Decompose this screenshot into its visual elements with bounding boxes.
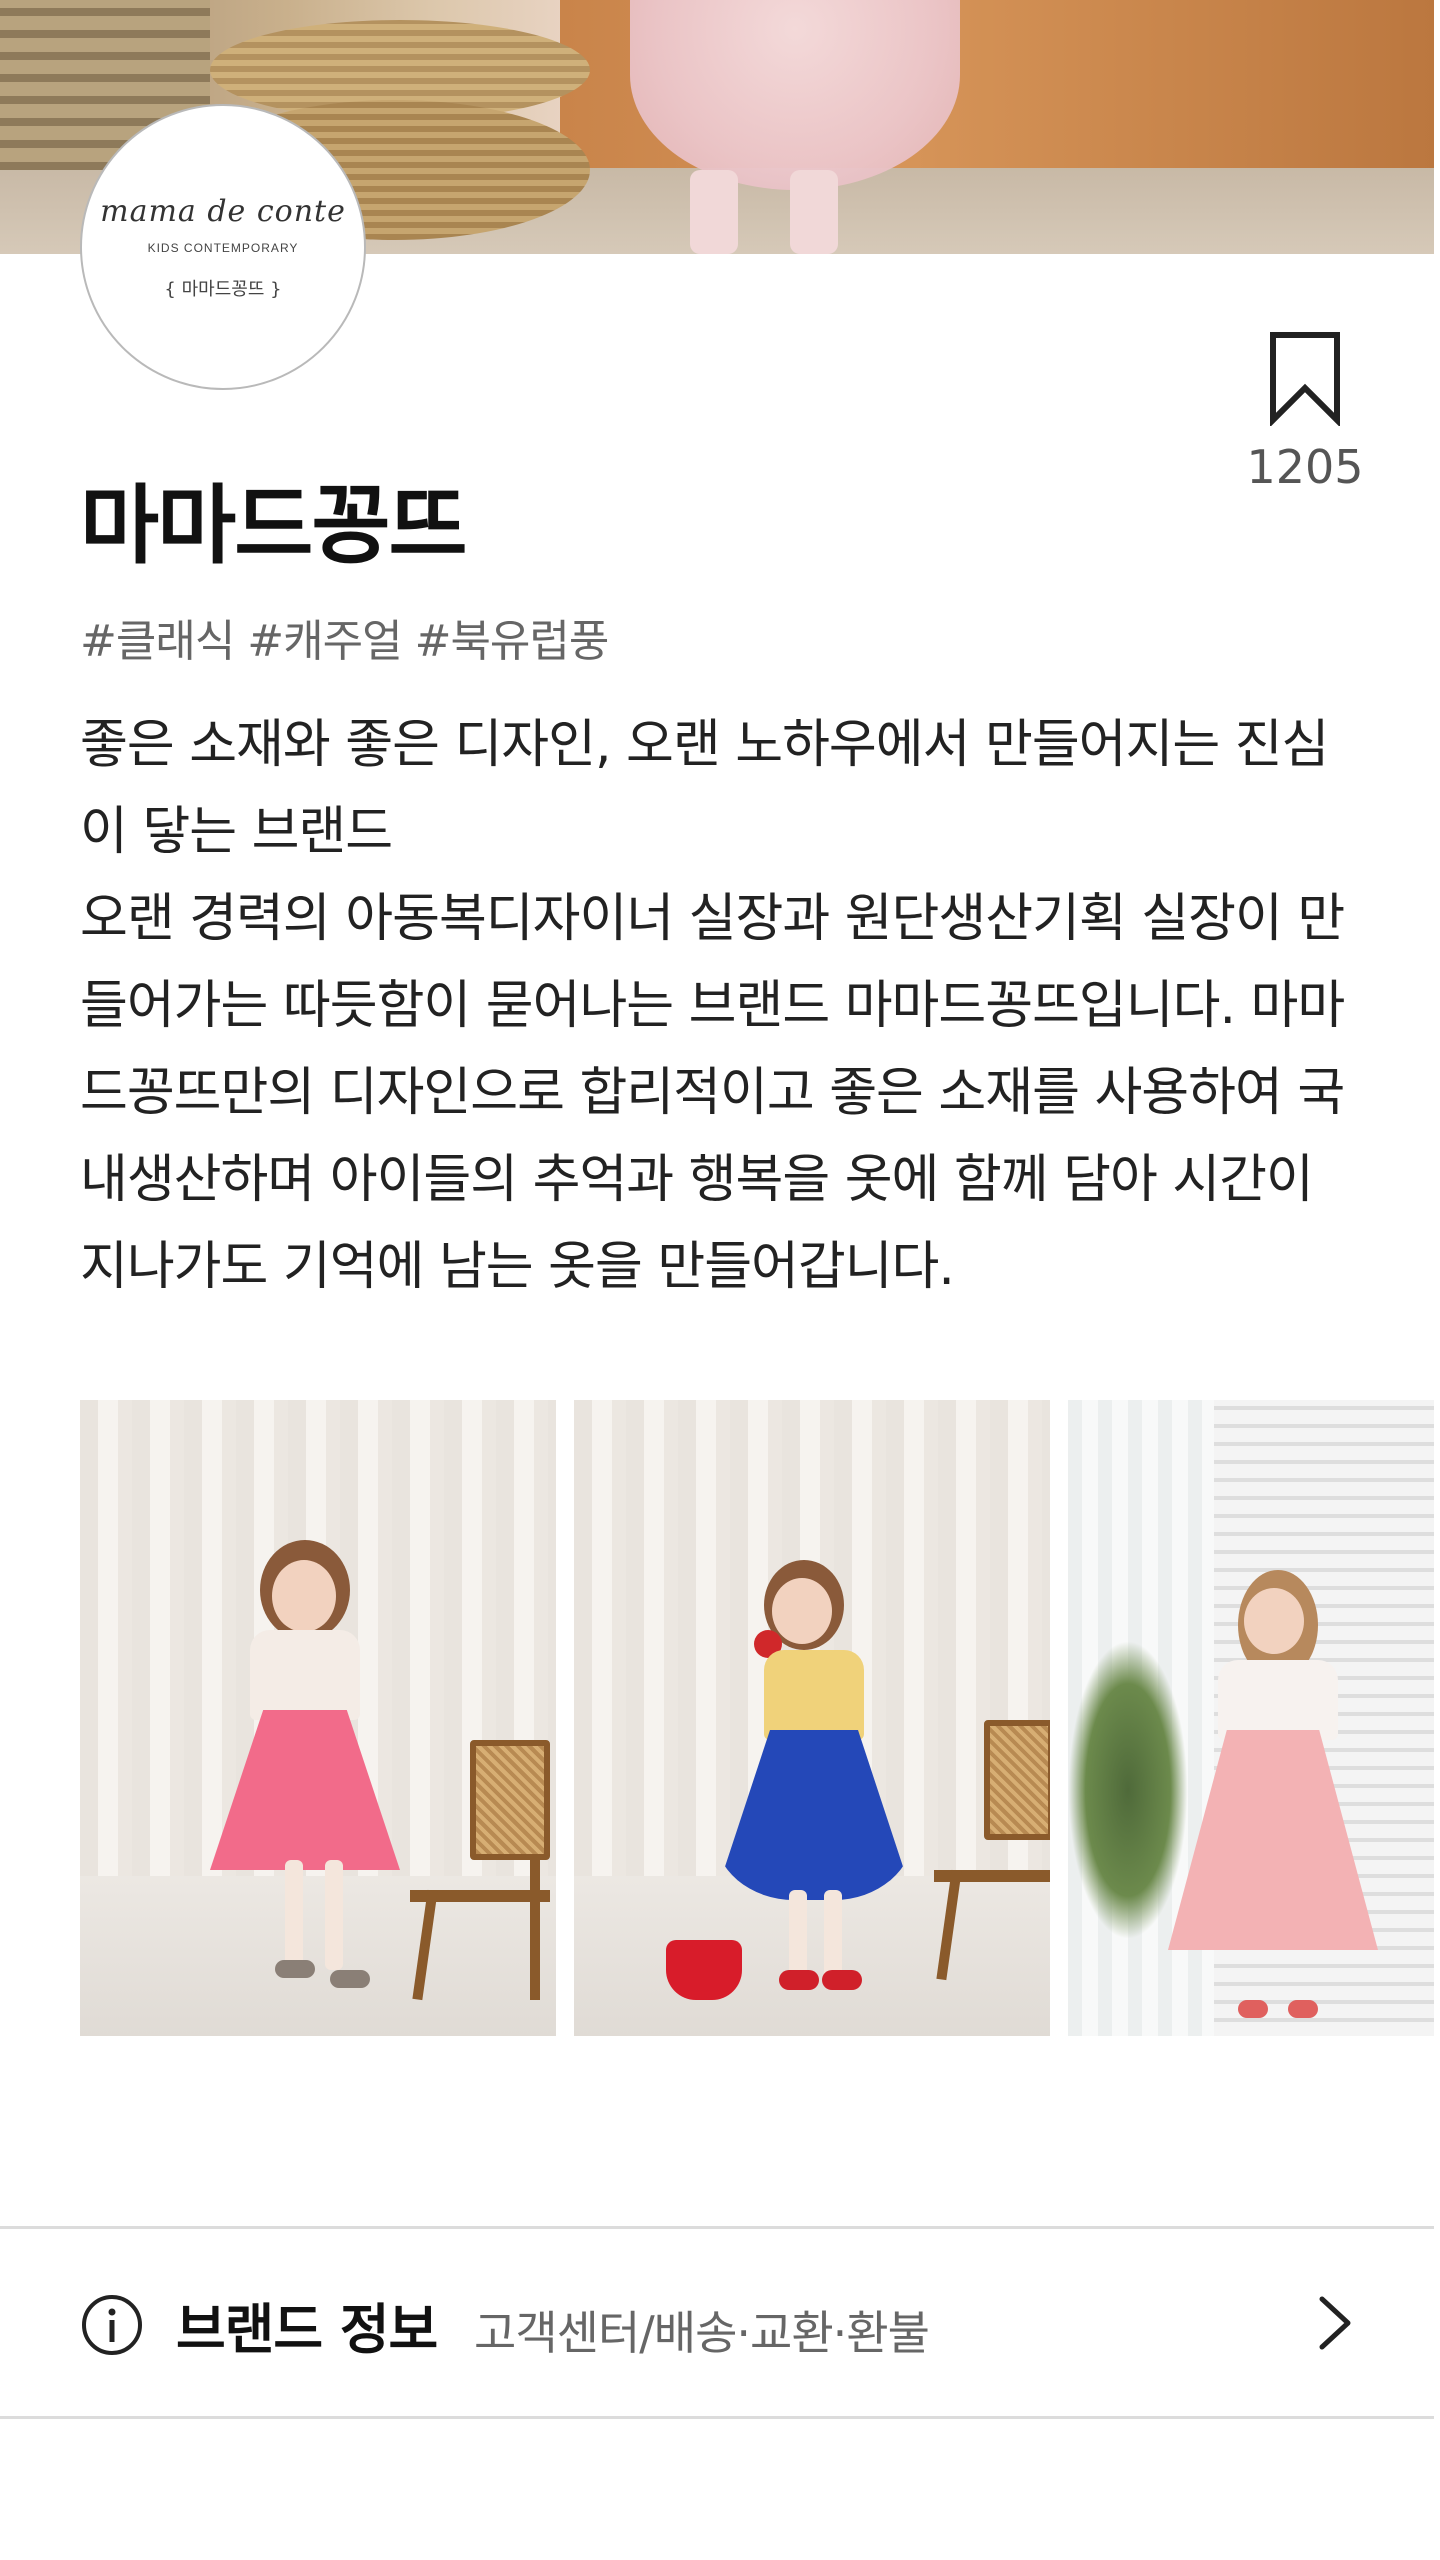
brand-page: mama de conte KIDS CONTEMPORARY { 마마드꽁뜨 … [0, 0, 1440, 2560]
brand-info-subtitle: 고객센터/배송·교환·환불 [474, 2306, 930, 2360]
chevron-right-icon [1319, 2296, 1351, 2350]
description-paragraph: 오랜 경력의 아동복디자이너 실장과 원단생산기획 실장이 만들어가는 따듯함이… [80, 889, 1345, 1297]
brand-description: 좋은 소재와 좋은 디자인, 오랜 노하우에서 만들어지는 진심이 닿는 브랜드… [80, 702, 1370, 1311]
gallery-photo[interactable] [80, 1400, 556, 2036]
brand-logo: mama de conte KIDS CONTEMPORARY { 마마드꽁뜨 … [80, 104, 366, 390]
logo-korean: { 마마드꽁뜨 } [164, 278, 282, 300]
bookmark-count: 1205 [1246, 440, 1364, 494]
logo-subtitle: KIDS CONTEMPORARY [147, 240, 299, 255]
logo-script-text: mama de conte [100, 193, 346, 229]
brand-info-row[interactable]: 브랜드 정보 고객센터/배송·교환·환불 [0, 2229, 1434, 2416]
bookmark-button[interactable] [1260, 330, 1350, 430]
gallery-photo[interactable] [574, 1400, 1050, 2036]
info-icon [82, 2295, 142, 2355]
brand-photo-gallery[interactable] [80, 1400, 1434, 2036]
description-paragraph: 좋은 소재와 좋은 디자인, 오랜 노하우에서 만들어지는 진심이 닿는 브랜드 [80, 715, 1329, 862]
brand-name: 마마드꽁뜨 [80, 476, 468, 576]
brand-tags[interactable]: #클래식 #캐주얼 #북유럽풍 [80, 605, 609, 669]
divider [0, 2416, 1434, 2419]
brand-info-title: 브랜드 정보 [176, 2298, 438, 2361]
bookmark-icon [1270, 332, 1340, 426]
gallery-photo[interactable] [1068, 1400, 1434, 2036]
